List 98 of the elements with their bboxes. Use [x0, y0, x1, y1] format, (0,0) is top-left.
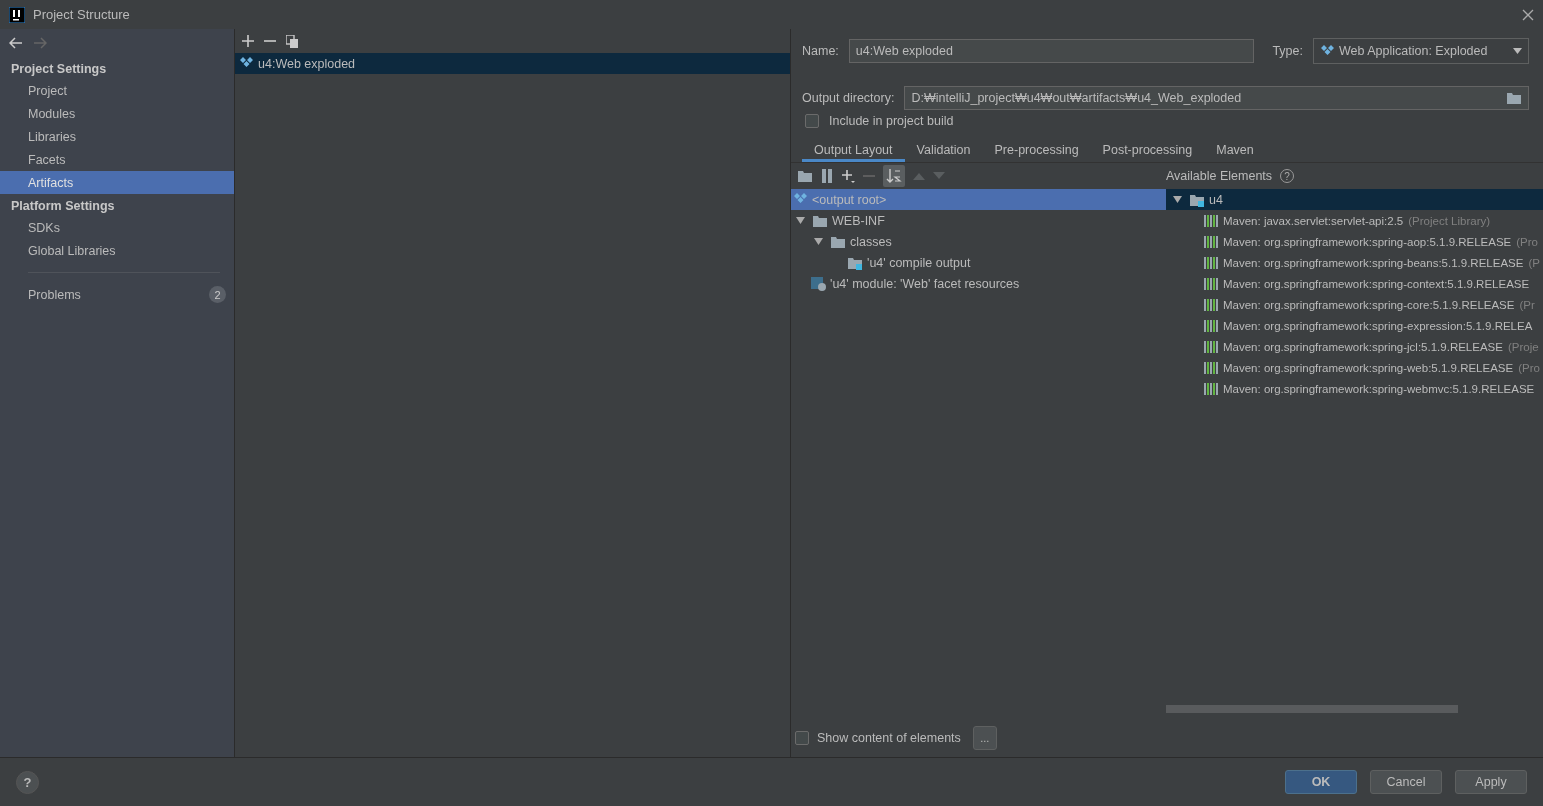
tree-row[interactable]: WEB-INF [791, 210, 1166, 231]
tree-label: 'u4' compile output [867, 255, 971, 270]
web-facet-icon [811, 276, 826, 291]
library-label: Maven: org.springframework:spring-core:5.1.9.RELEASE [1223, 298, 1515, 311]
library-icon [1204, 256, 1218, 269]
output-directory-field[interactable]: D:₩intelliJ_project₩u4₩out₩artifacts₩u4_Web_exploded [904, 86, 1529, 110]
expanded-arrow-icon[interactable] [796, 216, 805, 225]
problems-item[interactable]: Problems 2 [0, 283, 234, 306]
expanded-arrow-icon[interactable] [1173, 195, 1182, 204]
output-directory-label: Output directory: [802, 91, 895, 105]
library-label: Maven: org.springframework:spring-webmvc:5.1.9.RELEASE [1223, 382, 1535, 395]
sidebar-item[interactable]: Global Libraries [0, 239, 234, 262]
close-icon[interactable] [1522, 8, 1534, 21]
folder-icon [830, 234, 846, 249]
help-button[interactable]: ? [16, 770, 39, 794]
type-dropdown[interactable]: Web Application: Exploded [1313, 38, 1529, 64]
name-label: Name: [802, 44, 839, 58]
horizontal-scrollbar[interactable] [1166, 705, 1458, 713]
archive-icon[interactable] [821, 169, 833, 183]
back-arrow-icon[interactable] [9, 37, 23, 49]
dialog-button[interactable]: Apply [1455, 770, 1527, 794]
folder-icon[interactable] [1506, 91, 1522, 105]
tab[interactable]: Maven [1204, 137, 1266, 162]
library-note: (P [1528, 256, 1540, 269]
library-label: Maven: org.springframework:spring-expression:5.1.9.RELEA [1223, 319, 1533, 332]
checkbox[interactable] [805, 114, 819, 128]
sidebar-item[interactable]: Facets [0, 148, 234, 171]
copy-icon[interactable] [286, 34, 298, 48]
sidebar-item[interactable]: SDKs [0, 216, 234, 239]
library-label: Maven: javax.servlet:servlet-api:2.5 [1223, 214, 1404, 227]
tree-label: <output root> [812, 192, 887, 207]
show-content-label: Show content of elements [817, 731, 961, 745]
dialog-button[interactable]: OK [1285, 770, 1357, 794]
tree-label: WEB-INF [832, 213, 885, 228]
library-label: Maven: org.springframework:spring-context:5.1.9.RELEASE [1223, 277, 1530, 290]
available-elements-label: Available Elements [1166, 169, 1273, 183]
library-icon [1204, 277, 1218, 290]
sort-icon[interactable] [883, 165, 905, 187]
library-label: Maven: org.springframework:spring-beans:5.1.9.RELEASE [1223, 256, 1524, 269]
library-icon [1204, 319, 1218, 332]
sidebar-item[interactable]: Modules [0, 102, 234, 125]
count-badge: 2 [209, 286, 226, 303]
tab[interactable]: Pre-processing [982, 137, 1091, 162]
artifact-item[interactable]: u4:Web exploded [235, 53, 790, 74]
section-title: Platform Settings [10, 198, 116, 215]
tree-row[interactable]: Maven: org.springframework:spring-beans:5.1.9.RELEASE (P [1166, 252, 1543, 273]
add-icon[interactable] [841, 169, 855, 183]
tree-row[interactable]: u4 [1166, 189, 1543, 210]
name-field[interactable]: u4:Web exploded [848, 39, 1255, 63]
sidebar-item[interactable]: Libraries [0, 125, 234, 148]
tab[interactable]: Output Layout [802, 137, 905, 162]
library-note: (Proje [1507, 340, 1539, 353]
library-note: (Project Library) [1408, 214, 1491, 227]
dialog-button[interactable]: Cancel [1370, 770, 1442, 794]
tree-label: 'u4' module: 'Web' facet resources [830, 276, 1020, 291]
expanded-arrow-icon[interactable] [814, 237, 823, 246]
tab[interactable]: Post-processing [1090, 137, 1205, 162]
tree-row[interactable]: Maven: org.springframework:spring-expression:5.1.9.RELEA [1166, 315, 1543, 336]
library-note: (Pr [1519, 298, 1535, 311]
module-folder-icon [1189, 192, 1205, 207]
output-folder-icon [847, 255, 863, 270]
tree-label: classes [850, 234, 892, 249]
library-label: Maven: org.springframework:spring-jcl:5.1.9.RELEASE [1223, 340, 1503, 353]
tree-row[interactable]: Maven: org.springframework:spring-jcl:5.1.9.RELEASE (Proje [1166, 336, 1543, 357]
dropdown-arrow-icon [1513, 48, 1522, 54]
tab[interactable]: Validation [904, 137, 983, 162]
sidebar-item[interactable]: Project [0, 79, 234, 102]
library-label: Maven: org.springframework:spring-aop:5.1.9.RELEASE [1223, 235, 1512, 248]
library-note: (Pro [1518, 361, 1540, 374]
window-title: Project Structure [33, 7, 131, 22]
tree-row[interactable]: classes [791, 231, 1166, 252]
tree-row[interactable]: 'u4' module: 'Web' facet resources [791, 273, 1166, 294]
checkbox[interactable] [795, 731, 809, 745]
library-icon [1204, 214, 1218, 227]
more-button[interactable]: ... [972, 726, 997, 750]
library-icon [1204, 298, 1218, 311]
tree-row[interactable]: Maven: org.springframework:spring-context:5.1.9.RELEASE [1166, 273, 1543, 294]
app-logo-icon [9, 6, 25, 23]
tree-row[interactable]: Maven: org.springframework:spring-web:5.1.9.RELEASE (Pro [1166, 357, 1543, 378]
library-icon [1204, 382, 1218, 395]
new-folder-icon [797, 169, 813, 183]
tree-label: u4 [1209, 192, 1223, 207]
library-icon [1204, 340, 1218, 353]
sidebar-item[interactable]: Artifacts [0, 171, 234, 194]
library-icon [1204, 361, 1218, 374]
tree-row[interactable]: Maven: javax.servlet:servlet-api:2.5 (Project Library) [1166, 210, 1543, 231]
library-note: (Pro [1516, 235, 1538, 248]
library-icon [1204, 235, 1218, 248]
include-label: Include in project build [829, 114, 954, 128]
section-title: Project Settings [10, 61, 108, 78]
add-icon[interactable] [242, 35, 254, 47]
type-label: Type: [1272, 44, 1303, 58]
library-label: Maven: org.springframework:spring-web:5.1.9.RELEASE [1223, 361, 1514, 374]
tree-row[interactable]: Maven: org.springframework:spring-webmvc:5.1.9.RELEASE [1166, 378, 1543, 399]
tree-row[interactable]: Maven: org.springframework:spring-core:5.1.9.RELEASE (Pr [1166, 294, 1543, 315]
tree-row[interactable]: Maven: org.springframework:spring-aop:5.1.9.RELEASE (Pro [1166, 231, 1543, 252]
folder-icon [812, 213, 828, 228]
tree-row[interactable]: 'u4' compile output [791, 252, 1166, 273]
